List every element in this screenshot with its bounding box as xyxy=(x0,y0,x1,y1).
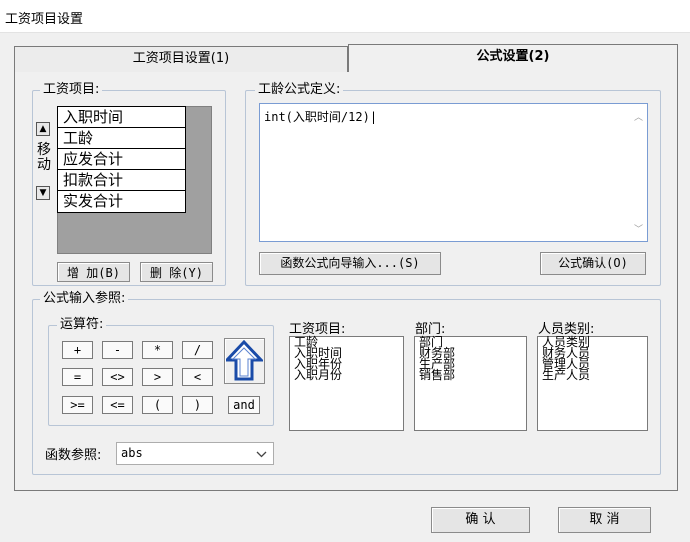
formula-wizard-button[interactable]: 函数公式向导输入...(S) xyxy=(259,252,441,275)
tab-salary-items[interactable]: 工资项目设置(1) xyxy=(14,46,348,72)
title-bar: 工资项目设置 xyxy=(0,0,690,33)
cancel-button[interactable]: 取 消 xyxy=(558,507,651,533)
operator-greater-equal-button[interactable]: >= xyxy=(62,396,93,414)
operator-close-paren-button[interactable]: ) xyxy=(182,396,213,414)
formula-group-label: 工龄公式定义: xyxy=(255,82,344,98)
reference-group-label: 公式输入参照: xyxy=(40,291,129,307)
list-item[interactable]: 入职月份 xyxy=(290,369,403,381)
chevron-up-icon[interactable]: ︿ xyxy=(634,110,643,123)
list-item[interactable]: 应发合计 xyxy=(58,149,185,170)
move-label: 移动 xyxy=(37,142,51,173)
tab-formula-settings[interactable]: 公式设置(2) xyxy=(348,44,678,73)
operator-divide-button[interactable]: / xyxy=(182,341,213,359)
text-cursor: | xyxy=(369,110,378,124)
operator-minus-button[interactable]: - xyxy=(102,341,133,359)
operators-group-label: 运算符: xyxy=(57,317,107,333)
window-title: 工资项目设置 xyxy=(5,12,84,27)
list-item[interactable]: 入职时间 xyxy=(58,107,185,128)
chevron-down-icon xyxy=(256,451,267,458)
list-item[interactable]: 生产人员 xyxy=(538,369,647,381)
personnel-type-list[interactable]: 人员类别 财务人员 管理人员 生产人员 xyxy=(537,336,648,431)
insert-up-button[interactable] xyxy=(224,338,265,384)
salary-items-list[interactable]: 工龄 入职时间 入职年份 入职月份 xyxy=(289,336,404,431)
triangle-down-icon: ▼ xyxy=(39,188,47,198)
formula-text: int(入职时间/12) xyxy=(264,110,370,124)
vertical-scrollbar[interactable]: ︿ ﹀ xyxy=(630,104,647,241)
items-list[interactable]: 入职时间 工龄 应发合计 扣款合计 实发合计 xyxy=(57,106,186,213)
operator-less-equal-button[interactable]: <= xyxy=(102,396,133,414)
add-button[interactable]: 增 加(B) xyxy=(57,262,130,282)
formula-textarea[interactable]: int(入职时间/12)| ︿ ﹀ xyxy=(259,103,648,242)
arrow-up-icon xyxy=(226,340,263,381)
list-item[interactable]: 工龄 xyxy=(58,128,185,149)
formula-confirm-button[interactable]: 公式确认(O) xyxy=(540,252,646,275)
operator-less-button[interactable]: < xyxy=(182,368,213,386)
ok-button[interactable]: 确 认 xyxy=(431,507,530,533)
function-reference-label: 函数参照: xyxy=(45,448,102,463)
department-list[interactable]: 部门 财务部 生产部 销售部 xyxy=(414,336,527,431)
tab-formula-settings-label: 公式设置(2) xyxy=(476,49,550,64)
triangle-up-icon: ▲ xyxy=(39,124,47,134)
list-item[interactable]: 销售部 xyxy=(415,369,526,381)
tab-salary-items-label: 工资项目设置(1) xyxy=(132,51,230,66)
function-select[interactable]: abs xyxy=(116,442,274,465)
move-down-button[interactable]: ▼ xyxy=(36,186,50,200)
function-select-value: abs xyxy=(121,446,143,460)
operator-equals-button[interactable]: = xyxy=(62,368,93,386)
operator-multiply-button[interactable]: * xyxy=(142,341,173,359)
list-item[interactable]: 实发合计 xyxy=(58,191,185,212)
operator-not-equal-button[interactable]: <> xyxy=(102,368,133,386)
operator-plus-button[interactable]: + xyxy=(62,341,93,359)
chevron-down-icon[interactable]: ﹀ xyxy=(634,222,643,235)
operator-open-paren-button[interactable]: ( xyxy=(142,396,173,414)
list-item[interactable]: 扣款合计 xyxy=(58,170,185,191)
operator-greater-button[interactable]: > xyxy=(142,368,173,386)
delete-button[interactable]: 删 除(Y) xyxy=(140,262,213,282)
move-up-button[interactable]: ▲ xyxy=(36,122,50,136)
items-group-label: 工资项目: xyxy=(40,82,103,98)
operator-and-button[interactable]: and xyxy=(228,396,260,414)
